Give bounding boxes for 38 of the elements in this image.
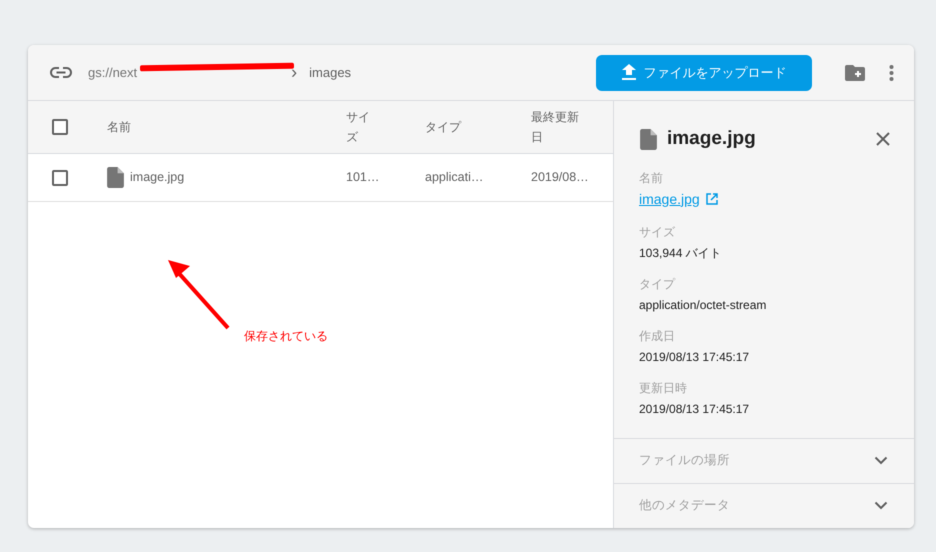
file-icon <box>107 167 124 188</box>
details-title: image.jpg <box>667 127 756 151</box>
chevron-icon[interactable] <box>874 456 888 465</box>
table-cell: 101… <box>346 170 380 184</box>
close-icon[interactable] <box>876 132 890 146</box>
breadcrumb-folder[interactable]: images <box>309 62 352 82</box>
more-options-icon[interactable] <box>889 64 894 80</box>
field-value: 2019/08/13 17:45:17 <box>639 348 750 366</box>
checkbox[interactable] <box>52 119 68 135</box>
file-icon <box>640 128 657 150</box>
new-folder-icon[interactable] <box>845 64 865 80</box>
column-header[interactable]: 名前 <box>107 120 131 134</box>
column-header[interactable]: タイプ <box>425 120 461 134</box>
chevron-icon[interactable] <box>874 501 888 510</box>
field-label: 更新日時 <box>639 380 688 396</box>
external-link-icon[interactable] <box>706 193 718 205</box>
section-title: ファイルの場所 <box>639 452 730 470</box>
annotation-arrow <box>166 258 230 330</box>
breadcrumb-separator: › <box>291 61 298 84</box>
field-label: サイズ <box>639 224 676 240</box>
upload-icon <box>622 64 636 81</box>
upload-button[interactable]: ファイルをアップロード <box>596 54 812 90</box>
bucket-path: gs://next <box>88 64 138 80</box>
table-cell: applicati… <box>425 170 484 184</box>
field-label: 名前 <box>639 170 664 186</box>
table-cell: 2019/08… <box>531 170 589 184</box>
section-title: 他のメタデータ <box>639 497 730 514</box>
field-label: 作成日 <box>639 328 676 344</box>
file-name[interactable]: image.jpg <box>130 168 184 187</box>
checkbox[interactable] <box>52 170 68 186</box>
field-value: 2019/08/13 17:45:17 <box>639 400 750 418</box>
field-value: application/octet-stream <box>639 296 768 314</box>
field-label: タイプ <box>639 276 676 292</box>
link-icon[interactable] <box>50 67 72 78</box>
column-header[interactable]: サイズ <box>346 107 372 147</box>
annotation-text: 保存されている <box>244 328 328 345</box>
field-value: 103,944 バイト <box>639 244 723 262</box>
column-header[interactable]: 最終更新日 <box>531 107 581 147</box>
